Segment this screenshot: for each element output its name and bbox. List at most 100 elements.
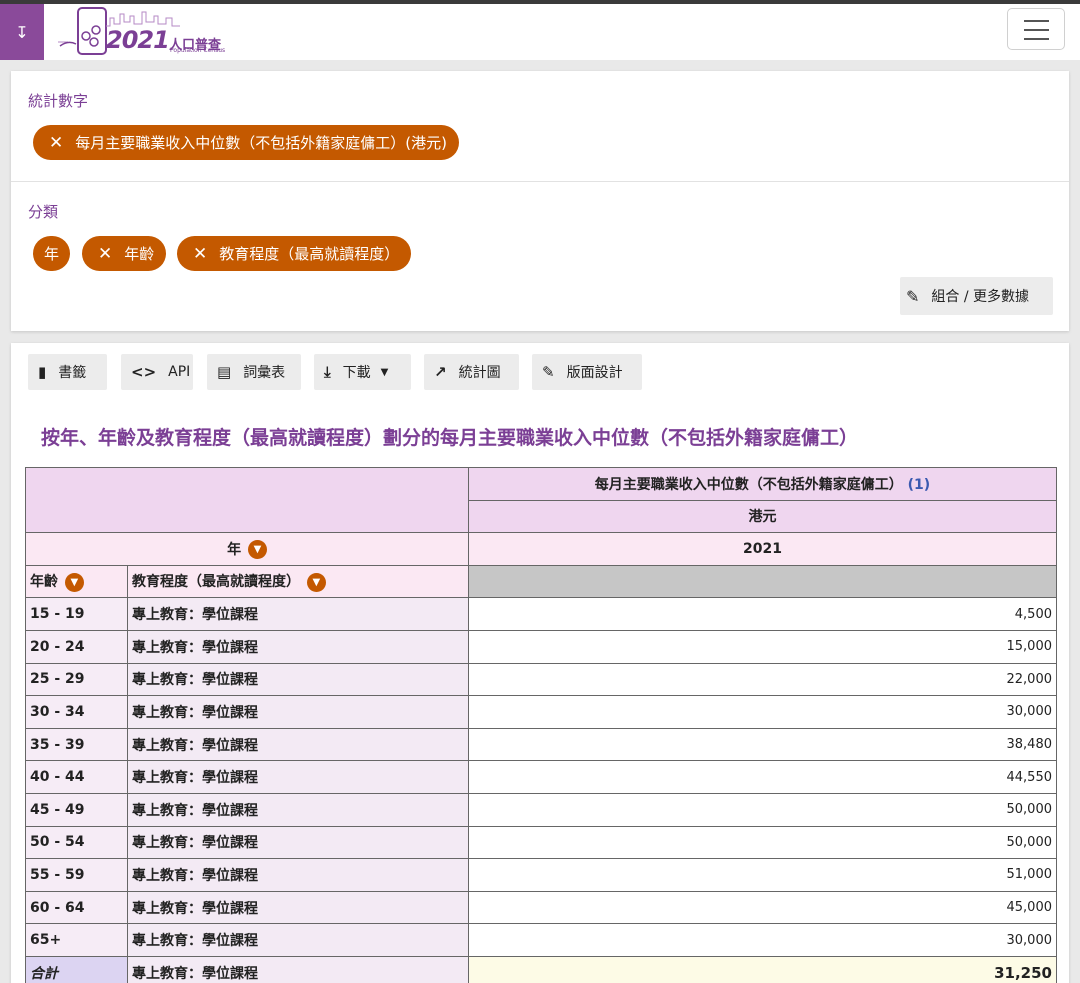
age-cell: 30 - 34 xyxy=(25,695,128,729)
bookmark-label: 書籤 xyxy=(58,365,87,381)
table-row: 25 - 29 專上教育：學位課程 22,000 xyxy=(25,662,1057,697)
census-logo[interactable]: 2021 人口普查 Population Census xyxy=(58,6,228,58)
chip-label: 每月主要職業收入中位數（不包括外籍家庭傭工）(港元) xyxy=(75,134,447,152)
age-cell: 35 - 39 xyxy=(25,727,128,762)
empty-header-cell xyxy=(468,564,1057,599)
combine-more-data-button[interactable]: ✎ 組合 / 更多數據 xyxy=(900,277,1053,315)
chip-label: 年齡 xyxy=(124,245,155,263)
value-cell: 50,000 xyxy=(468,792,1057,827)
bookmark-button[interactable]: ▮ 書籤 xyxy=(28,354,107,390)
education-cell: 專上教育：學位課程 xyxy=(127,760,469,794)
chart-button[interactable]: ↗ 統計圖 xyxy=(424,354,519,390)
year-value: 2021 xyxy=(468,532,1057,566)
education-cell: 專上教育：學位課程 xyxy=(127,727,469,762)
data-table: 每月主要職業收入中位數（不包括外籍家庭傭工） (1) 港元 年 ▼ 2021 年… xyxy=(25,466,1057,983)
value-cell: 50,000 xyxy=(468,825,1057,860)
age-cell: 60 - 64 xyxy=(25,890,128,925)
statistics-label: 統計數字 xyxy=(28,92,89,110)
table-row: 45 - 49 專上教育：學位課程 50,000 xyxy=(25,792,1057,827)
total-label: 合計 xyxy=(25,955,128,983)
statistic-chip[interactable]: ✕ 每月主要職業收入中位數（不包括外籍家庭傭工）(港元) xyxy=(33,125,459,160)
value-cell: 4,500 xyxy=(468,597,1057,631)
table-row: 55 - 59 專上教育：學位課程 51,000 xyxy=(25,858,1057,892)
download-label: 下載 xyxy=(342,365,371,381)
pencil-icon: ✎ xyxy=(906,286,920,306)
value-cell: 22,000 xyxy=(468,662,1057,697)
bookmark-icon: ▮ xyxy=(38,363,47,381)
corner-cell xyxy=(25,466,469,534)
glossary-label: 詞彙表 xyxy=(243,365,286,381)
education-cell: 專上教育：學位課程 xyxy=(127,825,469,860)
remove-icon[interactable]: ✕ xyxy=(98,244,112,264)
divider xyxy=(11,181,1069,182)
education-label: 教育程度（最高就讀程度） xyxy=(132,574,300,591)
download-icon: ⤓ xyxy=(324,363,331,381)
age-cell: 65+ xyxy=(25,923,128,957)
table-row: 40 - 44 專上教育：學位課程 44,550 xyxy=(25,760,1057,794)
menu-icon-bar xyxy=(1024,38,1049,40)
stat-header-label: 每月主要職業收入中位數（不包括外籍家庭傭工） xyxy=(594,476,903,493)
hamburger-menu-button[interactable] xyxy=(1007,8,1065,50)
download-button[interactable]: ⤓ 下載 ▼ xyxy=(314,354,411,390)
year-label: 年 xyxy=(227,541,242,558)
age-cell: 55 - 59 xyxy=(25,858,128,892)
pencil-icon: ✎ xyxy=(542,363,555,381)
collapse-button[interactable]: ↧ xyxy=(0,4,44,60)
total-row: 合計 專上教育：學位課程 31,250 xyxy=(25,955,1057,983)
arrow-down-icon: ↧ xyxy=(15,22,29,42)
classification-chip-year[interactable]: 年 xyxy=(33,236,71,271)
filter-icon[interactable]: ▼ xyxy=(64,572,84,592)
filter-icon[interactable]: ▼ xyxy=(247,540,267,560)
age-dimension-header: 年齡 ▼ xyxy=(25,564,128,599)
value-cell: 51,000 xyxy=(468,858,1057,892)
age-cell: 15 - 19 xyxy=(25,597,128,631)
total-value: 31,250 xyxy=(468,955,1057,983)
education-cell: 專上教育：學位課程 xyxy=(127,629,469,664)
logo-year: 2021 xyxy=(106,26,170,54)
table-row: 20 - 24 專上教育：學位課程 15,000 xyxy=(25,629,1057,664)
education-cell: 專上教育：學位課程 xyxy=(127,597,469,631)
value-cell: 44,550 xyxy=(468,760,1057,794)
trend-icon: ↗ xyxy=(434,363,447,381)
caret-down-icon: ▼ xyxy=(380,366,389,378)
value-cell: 30,000 xyxy=(468,923,1057,957)
glossary-button[interactable]: ▤ 詞彙表 xyxy=(207,354,301,390)
filter-icon[interactable]: ▼ xyxy=(306,572,326,592)
education-cell: 專上教育：學位課程 xyxy=(127,890,469,925)
value-cell: 15,000 xyxy=(468,629,1057,664)
table-row: 60 - 64 專上教育：學位課程 45,000 xyxy=(25,890,1057,925)
table-title: 按年、年齡及教育程度（最高就讀程度）劃分的每月主要職業收入中位數（不包括外籍家庭… xyxy=(41,427,859,449)
table-row: 50 - 54 專上教育：學位課程 50,000 xyxy=(25,825,1057,860)
stat-header: 每月主要職業收入中位數（不包括外籍家庭傭工） (1) xyxy=(468,467,1057,501)
remove-icon[interactable]: ✕ xyxy=(193,244,207,264)
age-cell: 45 - 49 xyxy=(25,792,128,827)
menu-icon-bar xyxy=(1024,29,1049,31)
remove-icon[interactable]: ✕ xyxy=(49,133,63,153)
layout-label: 版面設計 xyxy=(566,365,623,381)
chart-label: 統計圖 xyxy=(458,365,501,381)
education-cell: 專上教育：學位課程 xyxy=(127,955,469,983)
education-cell: 專上教育：學位課程 xyxy=(127,695,469,729)
api-label: API xyxy=(168,364,191,380)
classification-chip-education[interactable]: ✕ 教育程度（最高就讀程度） xyxy=(177,236,412,271)
layout-design-button[interactable]: ✎ 版面設計 xyxy=(532,354,642,390)
table-row: 15 - 19 專上教育：學位課程 4,500 xyxy=(25,597,1057,631)
table-row: 35 - 39 專上教育：學位課程 38,480 xyxy=(25,727,1057,762)
year-dimension-header: 年 ▼ xyxy=(25,532,469,566)
education-cell: 專上教育：學位課程 xyxy=(127,923,469,957)
classification-chip-age[interactable]: ✕ 年齡 xyxy=(82,236,167,271)
combine-label: 組合 / 更多數據 xyxy=(931,289,1030,305)
value-cell: 38,480 xyxy=(468,727,1057,762)
chip-label: 年 xyxy=(44,245,60,263)
note-icon: ▤ xyxy=(217,363,232,381)
unit-header: 港元 xyxy=(468,499,1057,534)
education-cell: 專上教育：學位課程 xyxy=(127,662,469,697)
table-panel: ▮ 書籤 <> API ▤ 詞彙表 ⤓ 下載 ▼ ↗ 統計圖 ✎ 版面設計 按年… xyxy=(11,343,1069,983)
footnote-link[interactable]: (1) xyxy=(908,477,931,493)
age-cell: 40 - 44 xyxy=(25,760,128,794)
age-label: 年齡 xyxy=(30,574,58,591)
value-cell: 45,000 xyxy=(468,890,1057,925)
api-button[interactable]: <> API xyxy=(121,354,193,390)
code-icon: <> xyxy=(131,363,157,381)
selection-panel: 統計數字 ✕ 每月主要職業收入中位數（不包括外籍家庭傭工）(港元) 分類 年 ✕… xyxy=(11,71,1069,331)
